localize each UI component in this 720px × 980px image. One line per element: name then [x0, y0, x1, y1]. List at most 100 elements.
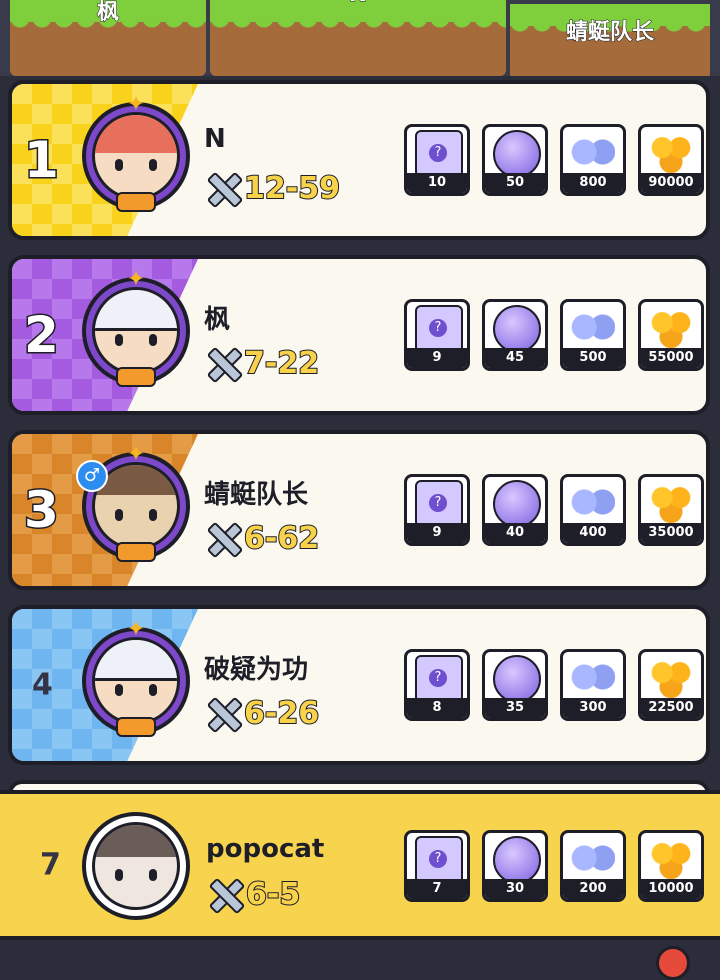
my-rank-row[interactable]: 7 popocat 6-5 7 30 200 10000 [0, 790, 720, 940]
avatar[interactable] [82, 812, 190, 920]
rank-number: 4 [32, 667, 53, 703]
reward-box[interactable]: 10 [404, 124, 470, 196]
sword-icon [204, 695, 240, 731]
power-stat: 6-62 [204, 520, 320, 557]
coins-icon [649, 130, 693, 174]
podium-left: 枫 [10, 0, 206, 76]
bottom-bar [0, 940, 720, 960]
power-value: 7-22 [243, 345, 320, 382]
power-stat: 12-59 [204, 170, 341, 207]
rank-number: 3 [23, 480, 61, 541]
reward-count: 7 [407, 879, 467, 899]
reward-count: 35 [485, 698, 545, 718]
reward-gems[interactable]: 800 [560, 124, 626, 196]
sword-icon [206, 876, 242, 912]
reward-cat-egg[interactable]: 45 [482, 299, 548, 371]
reward-count: 400 [563, 523, 623, 543]
player-name: N [204, 124, 226, 154]
reward-gems[interactable]: 200 [560, 830, 626, 902]
reward-count: 9 [407, 523, 467, 543]
podium: 枫 N 蜻蜓队长 [0, 0, 720, 76]
reward-count: 800 [563, 173, 623, 193]
cat-egg-icon [493, 480, 541, 528]
podium-left-name: 枫 [96, 0, 119, 26]
coins-icon [649, 305, 693, 349]
reward-gems[interactable]: 500 [560, 299, 626, 371]
power-value: 12-59 [243, 170, 341, 207]
reward-count: 30 [485, 879, 545, 899]
reward-count: 10000 [641, 879, 701, 899]
reward-count: 35000 [641, 523, 701, 543]
gems-icon [571, 480, 615, 524]
cat-egg-icon [493, 130, 541, 178]
podium-right-name: 蜻蜓队长 [565, 20, 654, 46]
avatar-face [92, 637, 180, 725]
sword-icon [204, 520, 240, 556]
reward-coins[interactable]: 35000 [638, 474, 704, 546]
rank-number: 2 [23, 305, 61, 366]
reward-box[interactable]: 8 [404, 649, 470, 721]
reward-coins[interactable]: 22500 [638, 649, 704, 721]
male-gender-icon: ♂ [76, 460, 108, 492]
rank-row-3[interactable]: 3 ♂ ✦ 蜻蜓队长 6-62 9 40 400 35000 [8, 430, 710, 590]
power-stat: 7-22 [204, 345, 320, 382]
notification-dot[interactable] [656, 946, 690, 980]
podium-center-name: N [210, 0, 506, 8]
mystery-box-icon [415, 655, 463, 703]
rank-number: 7 [40, 847, 61, 883]
reward-box[interactable]: 9 [404, 474, 470, 546]
reward-gems[interactable]: 400 [560, 474, 626, 546]
reward-count: 55000 [641, 348, 701, 368]
gems-icon [571, 305, 615, 349]
reward-count: 50 [485, 173, 545, 193]
rewards: 9 40 400 35000 [404, 474, 704, 546]
mystery-box-icon [415, 480, 463, 528]
reward-count: 8 [407, 698, 467, 718]
bow-icon [116, 367, 156, 387]
rewards: 7 30 200 10000 [404, 830, 704, 902]
power-stat: 6-5 [206, 876, 301, 913]
avatar-face [92, 287, 180, 375]
reward-count: 90000 [641, 173, 701, 193]
bow-icon [116, 192, 156, 212]
rank-row-4[interactable]: 4 ✦ 破疑为功 6-26 8 35 300 22500 [8, 605, 710, 765]
rank-row-2[interactable]: 2 ✦ 枫 7-22 9 45 500 55000 [8, 255, 710, 415]
reward-coins[interactable]: 10000 [638, 830, 704, 902]
mystery-box-icon [415, 836, 463, 884]
reward-box[interactable]: 9 [404, 299, 470, 371]
reward-cat-egg[interactable]: 35 [482, 649, 548, 721]
player-name: 枫 [204, 305, 231, 335]
reward-cat-egg[interactable]: 30 [482, 830, 548, 902]
power-stat: 6-26 [204, 695, 320, 732]
reward-count: 9 [407, 348, 467, 368]
podium-center: N [210, 0, 506, 76]
avatar[interactable]: ✦ [82, 617, 190, 737]
reward-count: 40 [485, 523, 545, 543]
reward-cat-egg[interactable]: 50 [482, 124, 548, 196]
sword-icon [204, 345, 240, 381]
reward-coins[interactable]: 55000 [638, 299, 704, 371]
gems-icon [571, 130, 615, 174]
reward-coins[interactable]: 90000 [638, 124, 704, 196]
rewards: 9 45 500 55000 [404, 299, 704, 371]
cat-egg-icon [493, 655, 541, 703]
rank-row-1[interactable]: 1 ✦ N 12-59 10 50 800 90000 [8, 80, 710, 240]
reward-count: 45 [485, 348, 545, 368]
reward-box[interactable]: 7 [404, 830, 470, 902]
gems-icon [571, 836, 615, 880]
coins-icon [649, 655, 693, 699]
reward-gems[interactable]: 300 [560, 649, 626, 721]
coins-icon [649, 836, 693, 880]
player-name: 蜻蜓队长 [204, 480, 309, 510]
reward-cat-egg[interactable]: 40 [482, 474, 548, 546]
power-value: 6-5 [245, 876, 301, 913]
reward-count: 500 [563, 348, 623, 368]
cat-egg-icon [493, 836, 541, 884]
avatar[interactable]: ✦ [82, 92, 190, 212]
coins-icon [649, 480, 693, 524]
rewards: 8 35 300 22500 [404, 649, 704, 721]
mystery-box-icon [415, 305, 463, 353]
avatar[interactable]: ✦ [82, 267, 190, 387]
reward-count: 300 [563, 698, 623, 718]
bow-icon [116, 542, 156, 562]
